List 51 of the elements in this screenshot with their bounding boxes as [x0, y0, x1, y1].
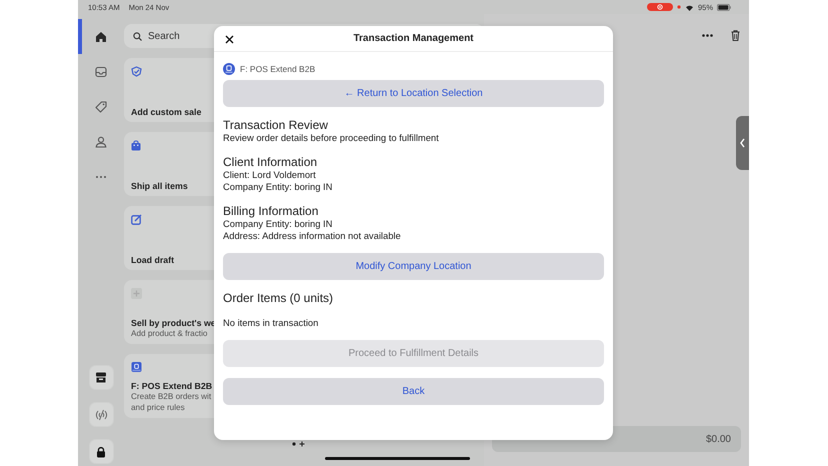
more-icon — [95, 174, 107, 178]
check-badge-icon — [131, 66, 142, 77]
edit-icon — [131, 214, 142, 225]
action-button[interactable]: Modify Company Location — [223, 253, 604, 280]
detail-text: Company Entity: boring IN — [223, 218, 334, 230]
lock-icon — [96, 446, 106, 458]
tile-description: Create B2B orders wit — [131, 391, 212, 402]
action-button[interactable]: Back — [223, 378, 604, 405]
plus-icon — [299, 441, 305, 447]
trash-icon[interactable] — [731, 30, 740, 41]
tile-description: Add product & fractio — [131, 328, 208, 339]
wireless-icon — [94, 408, 108, 420]
tile-title: Ship all items — [131, 181, 188, 191]
wireless-button[interactable] — [88, 402, 114, 427]
dialog-title: Transaction Management — [353, 33, 474, 44]
section-heading: Transaction Review — [223, 118, 329, 132]
app-name: F: POS Extend B2B — [240, 64, 316, 74]
bag-icon — [131, 140, 141, 151]
person-icon — [95, 136, 107, 148]
store-icon — [95, 372, 107, 383]
app-icon — [223, 63, 235, 75]
action-button[interactable]: ← Return to Location Selection — [223, 80, 604, 107]
action-button: Proceed to Fulfillment Details — [223, 340, 604, 367]
inbox-icon — [95, 66, 107, 78]
detail-text: Review order details before proceeding to fulfillment — [223, 132, 440, 144]
detail-text: Company Entity: boring IN — [223, 181, 334, 193]
cart-total: $0.00 — [706, 434, 731, 444]
section-heading: Order Items (0 units) — [223, 291, 334, 305]
tag-icon — [95, 100, 107, 112]
tile-title: Add custom sale — [131, 107, 202, 117]
detail-text: Address: Address information not available — [223, 230, 402, 242]
section-heading: Client Information — [223, 155, 318, 169]
empty-state-text: No items in transaction — [223, 317, 320, 329]
dot-icon — [676, 5, 681, 9]
wifi-icon — [684, 4, 694, 10]
side-panel-handle[interactable] — [736, 116, 749, 170]
tile-title: Load draft — [131, 255, 174, 265]
chevron-left-icon — [740, 138, 745, 148]
tile-description: and price rules — [131, 402, 185, 413]
section-heading: Billing Information — [223, 204, 320, 218]
home-icon — [95, 30, 107, 42]
detail-text: Client: Lord Voldemort — [223, 169, 317, 181]
close-icon — [224, 34, 234, 44]
record-icon — [656, 4, 663, 10]
store-button[interactable] — [88, 365, 114, 390]
page-dot-icon — [292, 442, 296, 446]
app-icon — [131, 362, 142, 372]
more-icon[interactable] — [702, 34, 713, 37]
battery-icon — [717, 4, 731, 10]
tile-title: F: POS Extend B2B — [131, 381, 212, 391]
lock-button[interactable] — [88, 439, 114, 464]
